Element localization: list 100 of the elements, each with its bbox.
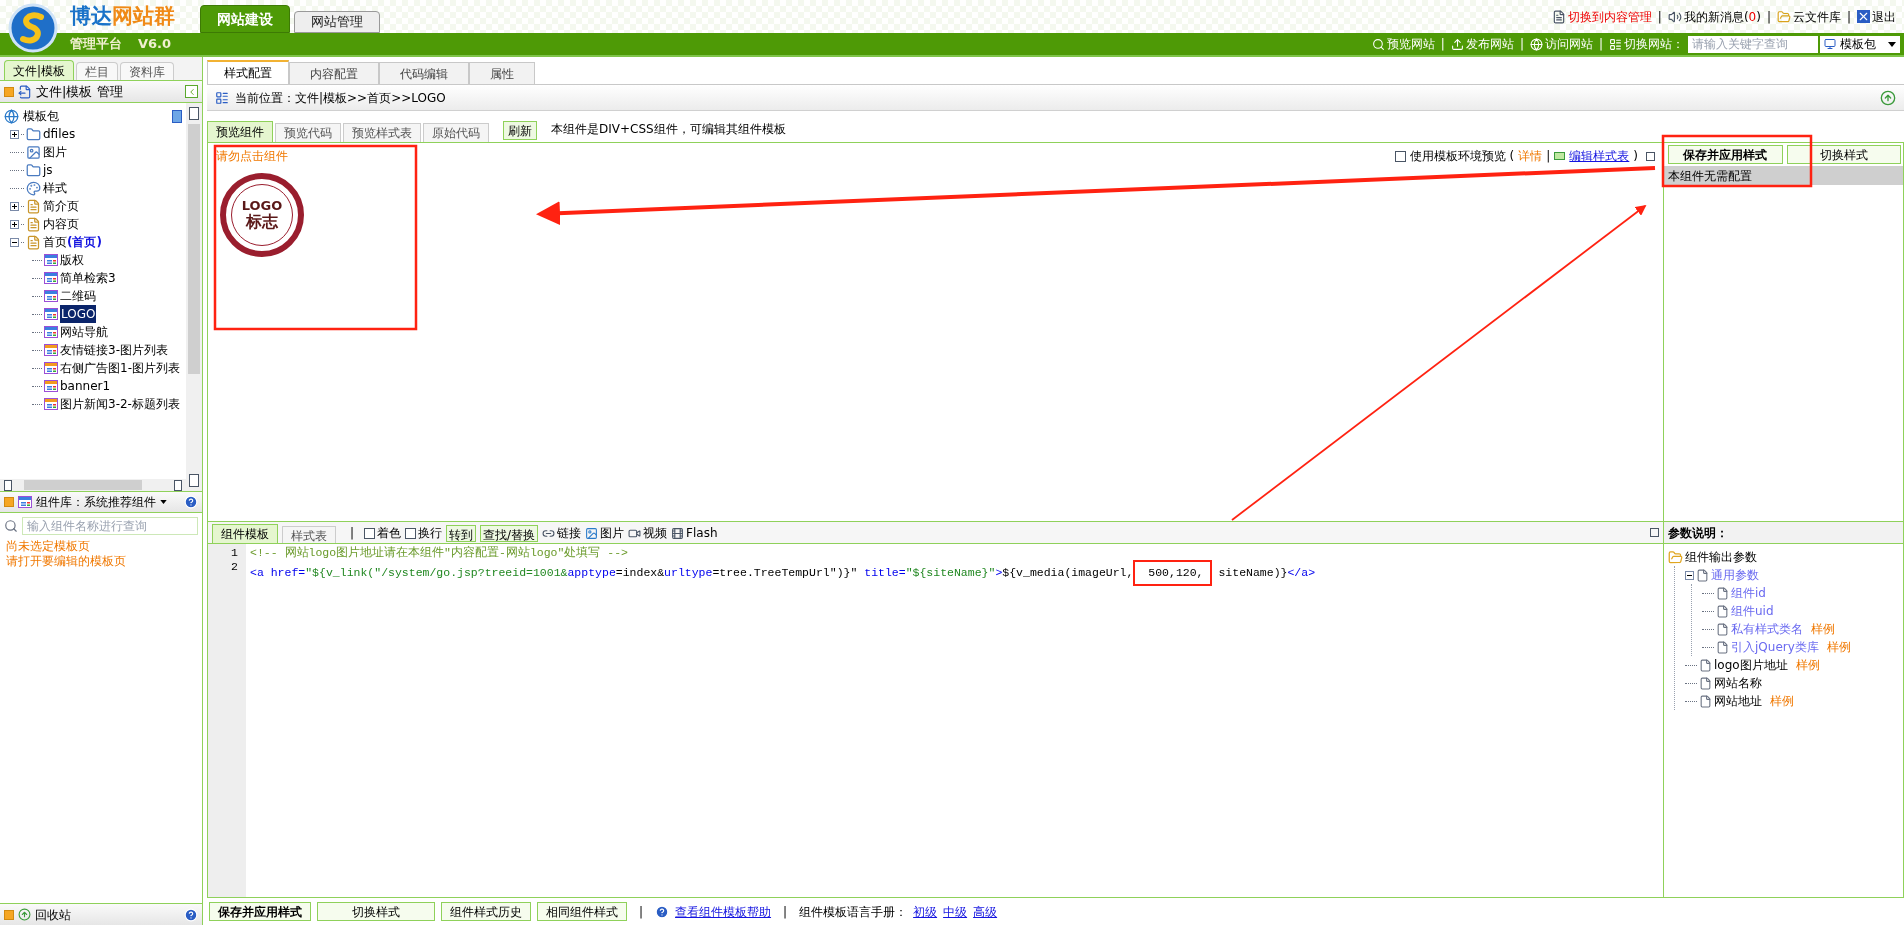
main-tab[interactable]: 样式配置 [207, 60, 289, 84]
collapse-toggle-icon[interactable] [1685, 570, 1694, 580]
parameter-label: 私有样式类名 [1731, 621, 1803, 638]
tree-item[interactable]: LOGO [60, 305, 97, 323]
toolbar-button[interactable]: 链接 [542, 524, 582, 542]
switch-mode-link[interactable]: 切换到内容管理 [1567, 7, 1652, 26]
code-editor[interactable]: 1 2 <!-- 网站logo图片地址请在本组件"内容配置-网站logo"处填写 --> <a href="${v_link("/system/go.jsp?treeid=1001&apptype=index&urltype=tree.TreeTempUrl")}" title="${siteName}">${v_media(imageUrl, 500,120, siteName)}</a> [208, 544, 1663, 897]
parameter-label: 网站地址 [1714, 693, 1762, 710]
component-search-field[interactable]: 输入组件名称进行查询 [22, 517, 198, 535]
expand-toggle-icon[interactable] [10, 201, 19, 211]
tree-item[interactable]: 二维码 [60, 287, 96, 305]
toolbar-link[interactable]: 预览网站 [1386, 35, 1435, 53]
tree-item[interactable]: 样式 [43, 179, 67, 197]
tree-item[interactable]: 模板包 [23, 107, 59, 125]
tree-item[interactable]: 图片新闻3-2-标题列表 [60, 395, 180, 413]
footer-button[interactable]: 组件样式历史 [441, 902, 531, 921]
tree-item[interactable]: 网站导航 [60, 323, 108, 341]
component-info: 本组件是DIV+CSS组件，可编辑其组件模板 [551, 121, 786, 138]
main-tab[interactable]: 代码编辑 [379, 62, 469, 84]
checkbox[interactable] [364, 527, 376, 539]
checkbox[interactable] [1394, 150, 1406, 162]
main-tab[interactable]: 属性 [469, 62, 535, 84]
tree-item[interactable]: banner1 [60, 377, 111, 395]
editor-tab[interactable]: 样式表 [282, 526, 336, 543]
tree-item[interactable]: 首页(首页) [43, 233, 102, 251]
messages-link[interactable]: 我的新消息(0) [1683, 7, 1761, 26]
help-icon[interactable] [184, 907, 198, 922]
horizontal-scrollbar[interactable] [0, 479, 186, 491]
panel-tab[interactable]: 文件|模板 [4, 60, 75, 80]
maximize-icon[interactable] [1646, 151, 1655, 161]
toolbar-button[interactable]: 视频 [628, 524, 668, 542]
expand-toggle-icon[interactable] [10, 219, 19, 229]
footer-button[interactable]: 保存并应用样式 [209, 902, 311, 921]
toolbar-button[interactable]: Flash [671, 524, 718, 542]
tree-item[interactable]: 右侧广告图1-图片列表 [60, 359, 180, 377]
tree-item[interactable]: 简介页 [43, 197, 79, 215]
panel-button[interactable]: 保存并应用样式 [1668, 145, 1783, 164]
vertical-scrollbar[interactable] [186, 103, 202, 491]
page-icon [26, 198, 41, 214]
divider-text: | [1597, 36, 1604, 53]
editor-tab[interactable]: 组件模板 [212, 524, 278, 543]
bracket-text: ( [1509, 148, 1515, 165]
panel-button[interactable]: 切换样式 [1786, 145, 1901, 164]
header-link[interactable]: 退出 [1872, 7, 1896, 26]
preview-tab[interactable]: 预览代码 [275, 123, 341, 142]
manual-link[interactable]: 中级 [943, 902, 968, 921]
document-icon [1696, 568, 1709, 582]
search-icon [4, 519, 18, 533]
pages-icon [1609, 37, 1622, 51]
stylesheet-icon [1554, 152, 1566, 160]
maximize-icon[interactable] [1650, 528, 1659, 537]
panel-tab[interactable]: 栏目 [76, 62, 119, 80]
header-tab[interactable]: 网站建设 [200, 5, 290, 33]
refresh-button[interactable]: 刷新 [503, 121, 537, 140]
toolbar-link[interactable]: 发布网站 [1465, 35, 1514, 53]
main-tab[interactable]: 内容配置 [289, 62, 379, 84]
panel-title[interactable]: 回收站 [35, 905, 71, 924]
header-tab[interactable]: 网站管理 [294, 11, 380, 33]
help-icon[interactable] [184, 495, 198, 509]
edit-stylesheet-link[interactable]: 编辑样式表 [1569, 147, 1630, 165]
divider-text: | [349, 525, 356, 542]
toolbar-link[interactable]: 访问网站 [1544, 35, 1593, 53]
header-link[interactable]: 云文件库 [1792, 7, 1841, 26]
expand-toggle-icon[interactable] [10, 129, 19, 139]
tree-item[interactable]: 内容页 [43, 215, 79, 233]
template-icon [18, 84, 32, 99]
toolbar-button[interactable]: 图片 [585, 524, 625, 542]
tree-item[interactable]: 版权 [60, 251, 84, 269]
page-icon [26, 216, 41, 232]
tree-item[interactable]: 简单检索3 [60, 269, 116, 287]
collapse-button[interactable] [185, 85, 198, 98]
preview-tab[interactable]: 原始代码 [423, 123, 489, 142]
tree-item[interactable]: 图片 [43, 143, 67, 161]
divider-text: | [1845, 8, 1852, 26]
collapse-toggle-icon[interactable] [10, 237, 19, 247]
toolbar-button[interactable]: 转到 [446, 524, 477, 542]
film-icon [671, 526, 685, 540]
divider-text: | [1765, 8, 1772, 26]
component-icon [44, 308, 58, 320]
bracket-text: ) [1633, 148, 1638, 165]
tree-item[interactable]: dfiles [43, 125, 76, 143]
toolbar-button[interactable]: 查找/替换 [480, 524, 539, 542]
manual-link[interactable]: 高级 [973, 902, 998, 921]
parameter-label: 引入jQuery类库 [1731, 639, 1819, 656]
parameter-label: 通用参数 [1711, 567, 1759, 584]
code-line: <a href="${v_link("/system/go.jsp?treeid=1001&apptype=index&urltype=tree.TreeTempUrl")}" title="${siteName}">${v_media(imageUrl, 500,120, siteName)}</a> [250, 560, 1663, 586]
footer-button[interactable]: 切换样式 [317, 902, 435, 921]
site-search-field[interactable]: 请输入关键字查询 [1688, 35, 1818, 53]
manual-link[interactable]: 初级 [913, 902, 938, 921]
site-select[interactable]: 模板包 [1820, 35, 1900, 53]
library-dropdown[interactable]: 组件库：系统推荐组件 [36, 493, 156, 511]
preview-tab[interactable]: 预览样式表 [343, 123, 421, 142]
tree-item[interactable]: js [43, 161, 53, 179]
panel-tab[interactable]: 资料库 [120, 62, 175, 80]
preview-tab[interactable]: 预览组件 [207, 121, 273, 142]
help-link[interactable]: 查看组件模板帮助 [675, 902, 772, 921]
footer-button[interactable]: 相同组件样式 [537, 902, 627, 921]
folder-icon [26, 162, 41, 178]
tree-item[interactable]: 友情链接3-图片列表 [60, 341, 168, 359]
checkbox[interactable] [405, 527, 417, 539]
